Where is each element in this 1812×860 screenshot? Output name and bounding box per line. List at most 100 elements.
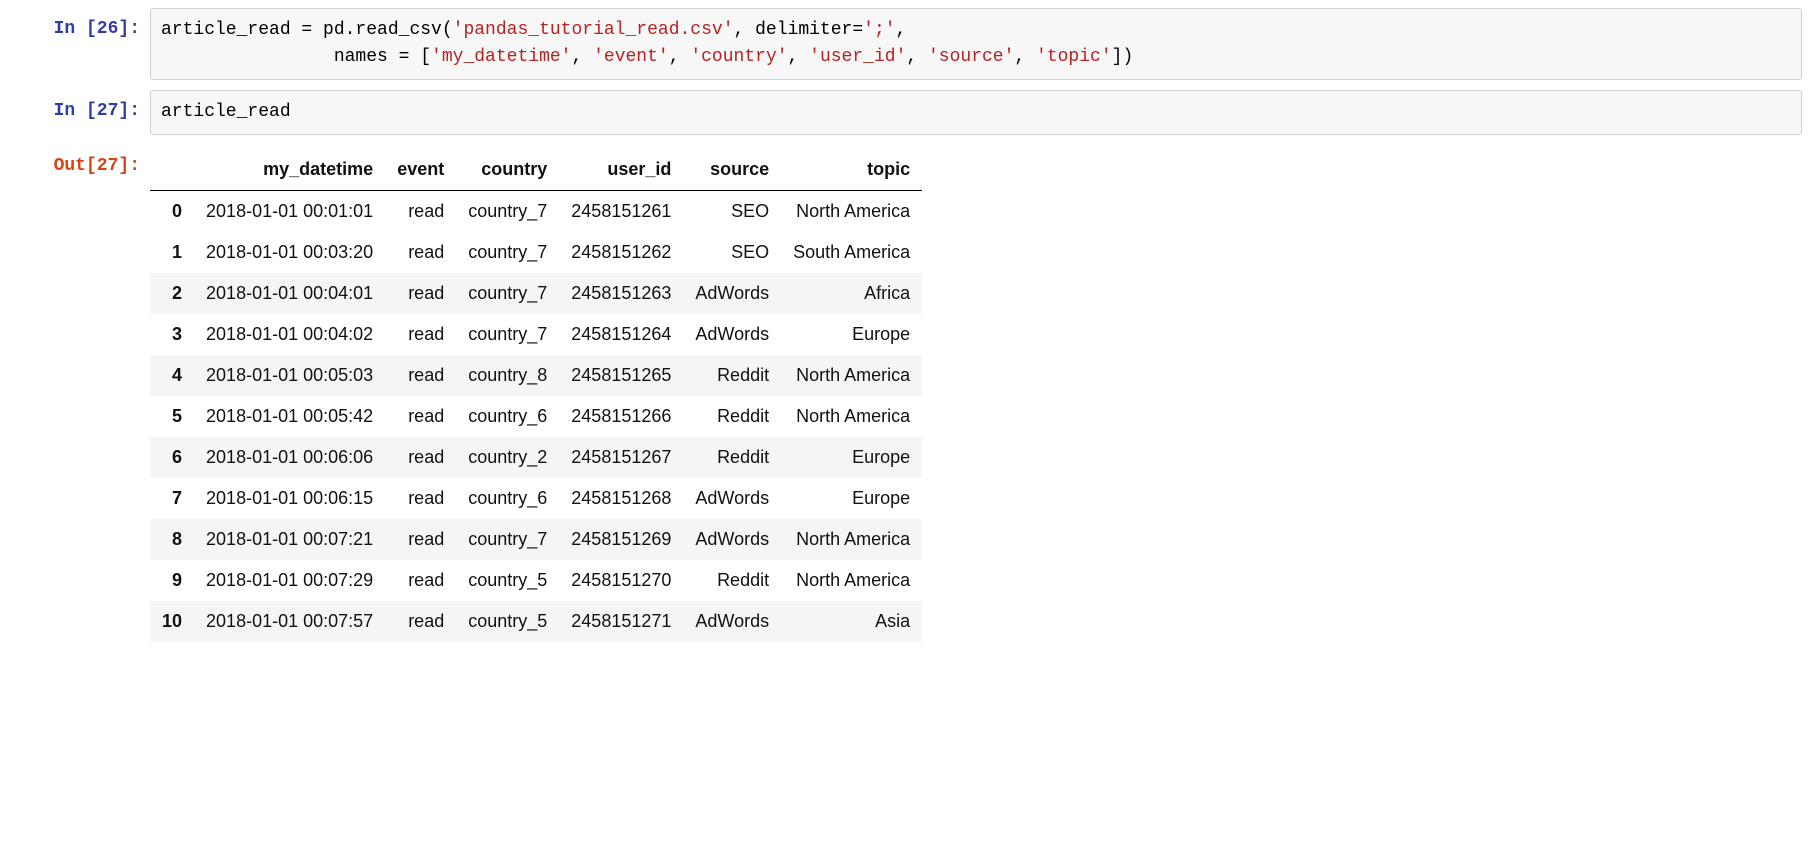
code-token: ,	[906, 47, 928, 67]
cell: country_2	[456, 437, 559, 478]
cell: AdWords	[683, 519, 781, 560]
table-row: 1 2018-01-01 00:03:20 read country_7 245…	[150, 232, 922, 273]
cell: read	[385, 560, 456, 601]
cell: 2458151268	[559, 478, 683, 519]
code-token: article_read = pd.read_csv(	[161, 20, 453, 40]
table-header-row: my_datetime event country user_id source…	[150, 149, 922, 191]
cell: AdWords	[683, 273, 781, 314]
table-row: 9 2018-01-01 00:07:29 read country_5 245…	[150, 560, 922, 601]
table-body: 0 2018-01-01 00:01:01 read country_7 245…	[150, 191, 922, 643]
cell: Africa	[781, 273, 922, 314]
cell: read	[385, 437, 456, 478]
output-cell-27: Out[27]: my_datetime event country user_…	[10, 145, 1802, 642]
cell: read	[385, 396, 456, 437]
cell: 2018-01-01 00:07:21	[194, 519, 385, 560]
cell: country_8	[456, 355, 559, 396]
table-row: 7 2018-01-01 00:06:15 read country_6 245…	[150, 478, 922, 519]
index-header	[150, 149, 194, 191]
cell: AdWords	[683, 601, 781, 642]
cell: 2018-01-01 00:05:42	[194, 396, 385, 437]
row-index: 2	[150, 273, 194, 314]
code-string: 'pandas_tutorial_read.csv'	[453, 20, 734, 40]
cell: 2458151263	[559, 273, 683, 314]
row-index: 8	[150, 519, 194, 560]
row-index: 7	[150, 478, 194, 519]
cell: 2458151262	[559, 232, 683, 273]
cell: country_7	[456, 191, 559, 233]
cell: 2458151269	[559, 519, 683, 560]
cell: South America	[781, 232, 922, 273]
table-row: 0 2018-01-01 00:01:01 read country_7 245…	[150, 191, 922, 233]
cell: country_7	[456, 314, 559, 355]
cell: 2018-01-01 00:04:02	[194, 314, 385, 355]
row-index: 10	[150, 601, 194, 642]
cell: 2018-01-01 00:01:01	[194, 191, 385, 233]
code-token: ,	[669, 47, 691, 67]
cell: 2458151265	[559, 355, 683, 396]
cell: 2018-01-01 00:07:57	[194, 601, 385, 642]
table-row: 4 2018-01-01 00:05:03 read country_8 245…	[150, 355, 922, 396]
code-string: 'source'	[928, 47, 1014, 67]
cell: 2458151267	[559, 437, 683, 478]
code-input-26[interactable]: article_read = pd.read_csv('pandas_tutor…	[150, 8, 1802, 80]
in-prompt-27: In [27]:	[10, 90, 150, 123]
table-row: 3 2018-01-01 00:04:02 read country_7 245…	[150, 314, 922, 355]
cell: read	[385, 355, 456, 396]
cell: Europe	[781, 437, 922, 478]
code-string: 'topic'	[1036, 47, 1112, 67]
code-token: , delimiter=	[734, 20, 864, 40]
cell: read	[385, 191, 456, 233]
cell: country_5	[456, 560, 559, 601]
cell: 2018-01-01 00:06:15	[194, 478, 385, 519]
code-string: 'event'	[593, 47, 669, 67]
col-header: topic	[781, 149, 922, 191]
cell: 2018-01-01 00:03:20	[194, 232, 385, 273]
cell: 2458151264	[559, 314, 683, 355]
cell: Europe	[781, 478, 922, 519]
cell: Reddit	[683, 396, 781, 437]
cell: North America	[781, 191, 922, 233]
code-token: ])	[1112, 47, 1134, 67]
row-index: 5	[150, 396, 194, 437]
row-index: 3	[150, 314, 194, 355]
cell: Europe	[781, 314, 922, 355]
code-token: ,	[1014, 47, 1036, 67]
in-prompt-26: In [26]:	[10, 8, 150, 41]
code-string: ';'	[863, 20, 895, 40]
row-index: 6	[150, 437, 194, 478]
cell: Reddit	[683, 355, 781, 396]
cell: Reddit	[683, 560, 781, 601]
cell: country_6	[456, 396, 559, 437]
cell: SEO	[683, 191, 781, 233]
cell: country_6	[456, 478, 559, 519]
code-token: ,	[571, 47, 593, 67]
cell: 2018-01-01 00:05:03	[194, 355, 385, 396]
cell: 2018-01-01 00:07:29	[194, 560, 385, 601]
cell: 2018-01-01 00:06:06	[194, 437, 385, 478]
code-string: 'user_id'	[809, 47, 906, 67]
cell: 2458151270	[559, 560, 683, 601]
cell: country_5	[456, 601, 559, 642]
col-header: country	[456, 149, 559, 191]
cell: read	[385, 314, 456, 355]
table-row: 10 2018-01-01 00:07:57 read country_5 24…	[150, 601, 922, 642]
cell: 2458151261	[559, 191, 683, 233]
cell: country_7	[456, 232, 559, 273]
col-header: source	[683, 149, 781, 191]
cell: AdWords	[683, 478, 781, 519]
cell: read	[385, 232, 456, 273]
cell: North America	[781, 396, 922, 437]
row-index: 1	[150, 232, 194, 273]
table-row: 2 2018-01-01 00:04:01 read country_7 245…	[150, 273, 922, 314]
cell: North America	[781, 560, 922, 601]
row-index: 9	[150, 560, 194, 601]
cell: Asia	[781, 601, 922, 642]
cell: AdWords	[683, 314, 781, 355]
cell: read	[385, 601, 456, 642]
cell: SEO	[683, 232, 781, 273]
table-row: 5 2018-01-01 00:05:42 read country_6 245…	[150, 396, 922, 437]
out-prompt-27: Out[27]:	[10, 145, 150, 178]
code-string: 'country'	[690, 47, 787, 67]
code-input-27[interactable]: article_read	[150, 90, 1802, 135]
code-cell-26: In [26]: article_read = pd.read_csv('pan…	[10, 8, 1802, 80]
